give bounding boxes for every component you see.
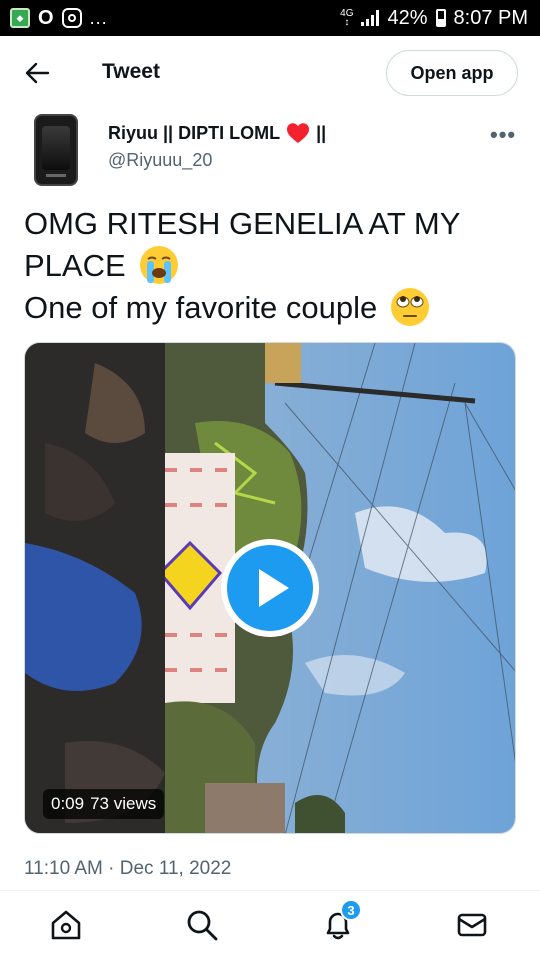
search-icon[interactable]	[182, 905, 222, 945]
tweet-line: One of my favorite couple	[24, 286, 524, 328]
back-arrow-icon[interactable]	[24, 60, 50, 86]
messages-mail-icon[interactable]	[452, 905, 492, 945]
status-bar: ◆ O ... 4G ↕ 42% 8:07 PM	[0, 0, 540, 36]
video-views: 73 views	[90, 794, 157, 813]
tweet-line: PLACE	[24, 244, 524, 286]
avatar[interactable]	[34, 114, 78, 186]
play-icon	[227, 545, 313, 631]
author-name-suffix: ||	[316, 122, 327, 143]
notifications-badge: 3	[340, 899, 362, 921]
video-duration: 0:09	[51, 794, 85, 813]
battery-percent: 42%	[387, 6, 428, 29]
loudly-crying-face-icon	[139, 246, 178, 284]
home-icon[interactable]	[46, 905, 86, 945]
battery-icon	[435, 9, 446, 27]
top-header: Tweet Open app	[0, 36, 540, 110]
author-handle[interactable]: @Riyuuu_20	[108, 150, 212, 171]
video-meta-overlay: 0:09 73 views	[43, 789, 165, 819]
instagram-icon	[61, 8, 82, 28]
app-notification-icon: ◆	[10, 8, 30, 28]
opera-icon: O	[38, 7, 54, 29]
status-notifications: ◆ O ...	[10, 8, 108, 29]
author-display-name: Riyuu || DIPTI LOML	[108, 122, 281, 143]
clock: 8:07 PM	[453, 6, 528, 29]
more-notifications-icon: ...	[89, 7, 108, 28]
red-heart-icon	[287, 123, 310, 143]
network-type: 4G ↕	[340, 8, 354, 28]
notifications-bell-icon[interactable]: 3	[318, 899, 362, 945]
bottom-navigation: 3	[0, 891, 540, 960]
tweet-timestamp[interactable]: 11:10 AM · Dec 11, 2022	[24, 858, 231, 880]
page-title: Tweet	[102, 60, 160, 83]
signal-icon	[361, 10, 380, 26]
play-button[interactable]	[221, 539, 319, 637]
face-with-rolling-eyes-icon	[391, 288, 430, 326]
tweet-text: OMG RITESH GENELIA AT MY PLACE One of my…	[24, 203, 524, 328]
author-name[interactable]: Riyuu || DIPTI LOML ||	[108, 122, 326, 144]
status-system: 4G ↕ 42% 8:07 PM	[340, 7, 528, 30]
more-options-icon[interactable]: •••	[490, 122, 516, 148]
tweet-line: OMG RITESH GENELIA AT MY	[24, 206, 461, 241]
open-app-button[interactable]: Open app	[386, 50, 518, 96]
video-player[interactable]: 0:09 73 views	[24, 342, 516, 834]
